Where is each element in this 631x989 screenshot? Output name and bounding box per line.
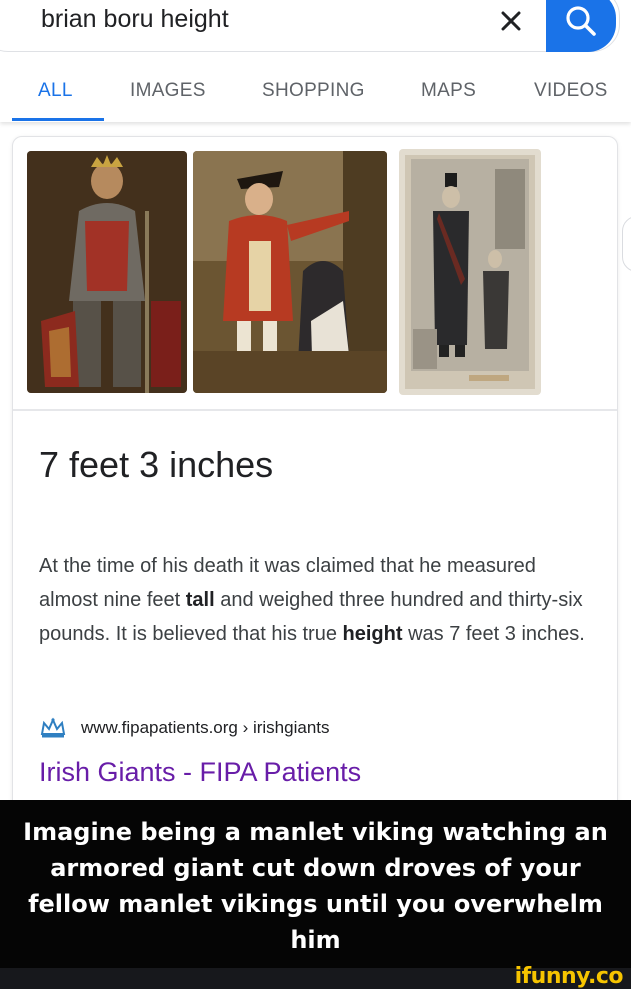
meme-caption: Imagine being a manlet viking watching a… xyxy=(23,818,608,954)
clear-button[interactable] xyxy=(494,2,528,40)
card-divider xyxy=(13,409,617,411)
source-url: www.fipapatients.org › irishgiants xyxy=(81,718,330,737)
tab-videos[interactable]: VIDEOS xyxy=(534,80,608,102)
featured-snippet-card: 7 feet 3 inches At the time of his death… xyxy=(12,136,618,816)
answer-heading: 7 feet 3 inches xyxy=(39,444,274,485)
answer-snippet: At the time of his death it was claimed … xyxy=(39,549,599,651)
snippet-text: was 7 feet 3 inches. xyxy=(402,623,585,645)
page: brian boru height ALL IMAGES SHOPPING MA… xyxy=(0,0,631,989)
search-icon xyxy=(566,6,596,36)
tab-maps[interactable]: MAPS xyxy=(421,80,476,102)
tab-shopping[interactable]: SHOPPING xyxy=(262,80,365,102)
search-header: brian boru height ALL IMAGES SHOPPING MA… xyxy=(0,0,631,122)
footer-bar: ifunny.co xyxy=(0,964,631,989)
search-button[interactable] xyxy=(546,0,616,52)
search-input[interactable]: brian boru height xyxy=(41,3,229,35)
snippet-highlight: height xyxy=(342,623,403,645)
ifunny-watermark: ifunny.co xyxy=(514,964,624,989)
crown-icon xyxy=(40,717,66,738)
active-tab-indicator xyxy=(12,118,104,121)
result-title-link[interactable]: Irish Giants - FIPA Patients xyxy=(39,755,361,789)
result-image-red-coat-giant[interactable] xyxy=(193,151,387,393)
close-icon xyxy=(501,11,521,31)
caption-band: Imagine being a manlet viking watching a… xyxy=(0,800,631,968)
side-panel-edge xyxy=(622,216,631,272)
tab-images[interactable]: IMAGES xyxy=(130,80,206,102)
result-image-armored-king[interactable] xyxy=(27,151,187,393)
source-row[interactable]: www.fipapatients.org › irishgiants xyxy=(39,715,330,741)
snippet-highlight: tall xyxy=(185,589,215,611)
search-tabs: ALL IMAGES SHOPPING MAPS VIDEOS xyxy=(0,76,631,122)
tab-all[interactable]: ALL xyxy=(38,80,73,102)
result-image-vintage-photo[interactable] xyxy=(399,149,541,395)
